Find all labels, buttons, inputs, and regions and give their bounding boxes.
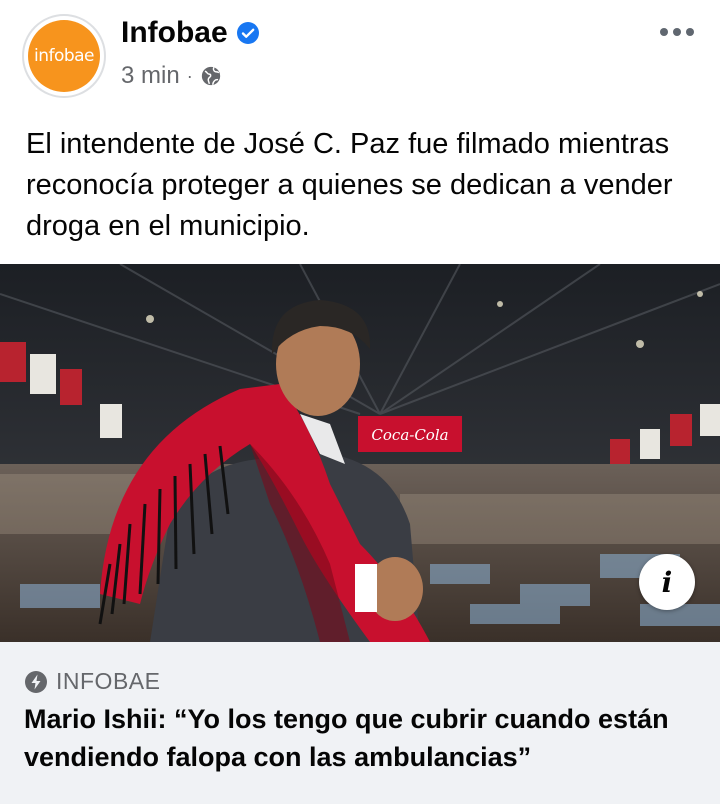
post-text: El intendente de José C. Paz fue filmado… (26, 128, 673, 242)
link-source-row: INFOBAE (24, 668, 160, 695)
avatar-logo-text: infobae (33, 46, 95, 66)
post-image[interactable]: Coca-Cola i (0, 264, 720, 642)
verified-badge-icon (236, 22, 259, 44)
page-avatar[interactable]: infobae (22, 14, 106, 98)
post-timestamp[interactable]: 3 min (121, 62, 180, 90)
image-info-button[interactable]: i (639, 554, 695, 610)
page-name-link[interactable]: Infobae (121, 16, 228, 50)
banner-text: Coca-Cola (371, 426, 448, 444)
meta-separator: · (186, 65, 193, 86)
info-icon: i (661, 565, 673, 599)
post-header: infobae Infobae 3 min · (0, 0, 720, 110)
lightning-bolt-icon (25, 670, 47, 693)
link-preview[interactable]: INFOBAE Mario Ishii: “Yo los tengo que c… (0, 642, 720, 804)
post-meta: 3 min · (121, 62, 222, 90)
page-name-row: Infobae (121, 16, 260, 50)
link-source: INFOBAE (56, 668, 161, 694)
more-options-icon (660, 28, 694, 36)
more-options-button[interactable] (656, 14, 698, 50)
photo-illustration: Coca-Cola (0, 264, 720, 642)
link-title[interactable]: Mario Ishii: “Yo los tengo que cubrir cu… (24, 700, 704, 776)
globe-icon[interactable] (200, 65, 222, 87)
infobae-logo: infobae (28, 20, 100, 92)
